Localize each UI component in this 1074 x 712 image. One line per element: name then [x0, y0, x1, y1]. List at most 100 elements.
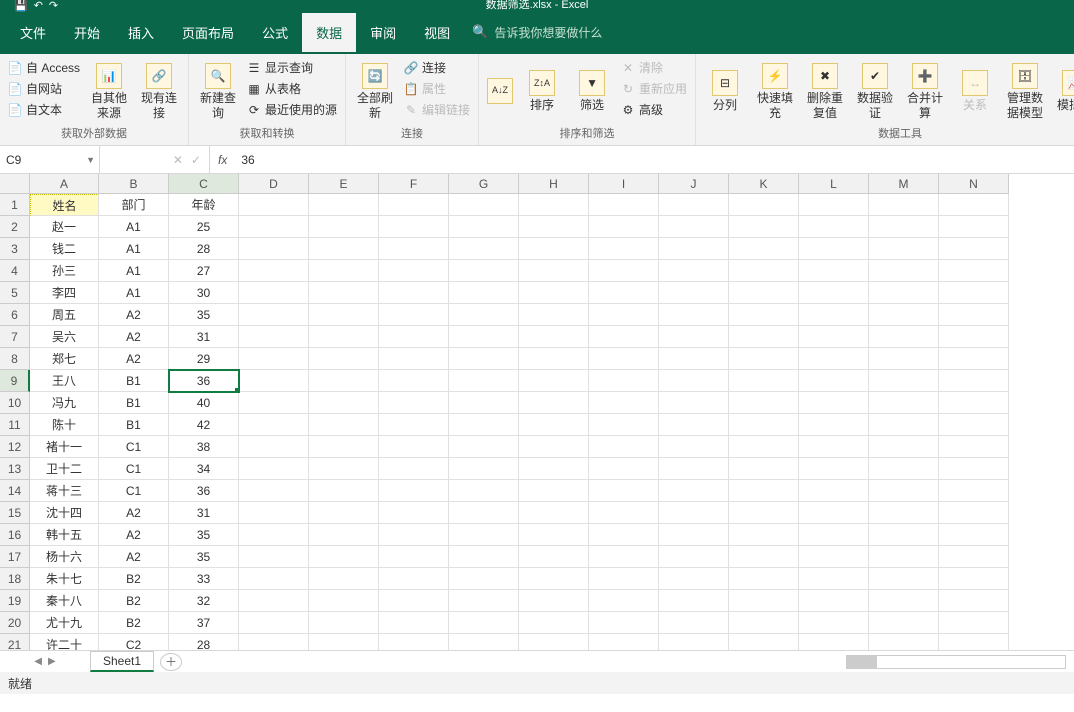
cell[interactable]: [379, 502, 449, 524]
save-icon[interactable]: 💾: [14, 0, 28, 12]
cell[interactable]: [449, 436, 519, 458]
cell[interactable]: [519, 480, 589, 502]
cell[interactable]: [869, 414, 939, 436]
cell[interactable]: [729, 568, 799, 590]
cell[interactable]: [729, 480, 799, 502]
cell[interactable]: [729, 370, 799, 392]
cell[interactable]: [939, 634, 1009, 650]
cell[interactable]: [449, 326, 519, 348]
cell[interactable]: [309, 194, 379, 216]
cell[interactable]: [379, 480, 449, 502]
cell[interactable]: 35: [169, 546, 239, 568]
show-query-button[interactable]: ☰显示查询: [245, 58, 339, 77]
cell[interactable]: [519, 370, 589, 392]
cell[interactable]: C1: [99, 436, 169, 458]
cell[interactable]: [309, 414, 379, 436]
tab-file[interactable]: 文件: [6, 13, 60, 52]
horizontal-scrollbar[interactable]: [846, 655, 1066, 669]
cell[interactable]: [239, 634, 309, 650]
cell[interactable]: [239, 260, 309, 282]
cell[interactable]: [379, 348, 449, 370]
cell[interactable]: [939, 216, 1009, 238]
cell[interactable]: [589, 414, 659, 436]
cell[interactable]: [589, 436, 659, 458]
cell[interactable]: [309, 238, 379, 260]
cell[interactable]: [309, 370, 379, 392]
cell[interactable]: [589, 194, 659, 216]
cell[interactable]: [449, 568, 519, 590]
tab-data[interactable]: 数据: [302, 13, 356, 52]
cell[interactable]: [449, 524, 519, 546]
cell[interactable]: [869, 260, 939, 282]
cell[interactable]: A1: [99, 260, 169, 282]
cell[interactable]: [309, 216, 379, 238]
flash-fill-button[interactable]: ⚡快速填充: [752, 58, 798, 125]
remove-dup-button[interactable]: ✖删除重复值: [802, 58, 848, 125]
cell[interactable]: [659, 458, 729, 480]
cell[interactable]: 31: [169, 502, 239, 524]
cell[interactable]: [729, 612, 799, 634]
undo-icon[interactable]: ↶: [34, 0, 43, 12]
cell[interactable]: [939, 436, 1009, 458]
tab-review[interactable]: 审阅: [356, 13, 410, 52]
cell[interactable]: [589, 238, 659, 260]
cell[interactable]: [309, 458, 379, 480]
cell[interactable]: [729, 194, 799, 216]
cell[interactable]: 30: [169, 282, 239, 304]
cell[interactable]: [589, 326, 659, 348]
sort-az-button[interactable]: A↓Z: [485, 58, 515, 125]
cell[interactable]: [869, 370, 939, 392]
cell[interactable]: [239, 392, 309, 414]
cell[interactable]: [449, 216, 519, 238]
cell[interactable]: [939, 480, 1009, 502]
cell[interactable]: [589, 260, 659, 282]
cell[interactable]: [939, 568, 1009, 590]
cell[interactable]: 李四: [30, 282, 99, 304]
cell[interactable]: [449, 348, 519, 370]
cell[interactable]: [449, 458, 519, 480]
advanced-filter-button[interactable]: ⚙高级: [619, 100, 689, 119]
cell[interactable]: [729, 590, 799, 612]
column-header[interactable]: G: [449, 174, 519, 194]
cell[interactable]: [379, 370, 449, 392]
cell[interactable]: [869, 634, 939, 650]
tab-layout[interactable]: 页面布局: [168, 13, 248, 52]
cell[interactable]: [939, 348, 1009, 370]
cell[interactable]: [379, 524, 449, 546]
cell[interactable]: 姓名: [30, 194, 99, 216]
cell[interactable]: [239, 370, 309, 392]
data-validation-button[interactable]: ✔数据验证: [852, 58, 898, 125]
cell[interactable]: [239, 612, 309, 634]
cell[interactable]: 42: [169, 414, 239, 436]
cell[interactable]: [939, 304, 1009, 326]
cell[interactable]: [519, 282, 589, 304]
cell[interactable]: [379, 260, 449, 282]
row-header[interactable]: 19: [0, 590, 30, 612]
cell[interactable]: [659, 612, 729, 634]
cell[interactable]: [449, 502, 519, 524]
cell[interactable]: [449, 238, 519, 260]
cell[interactable]: [379, 326, 449, 348]
cell[interactable]: [379, 546, 449, 568]
cell[interactable]: 卫十二: [30, 458, 99, 480]
cell[interactable]: [729, 392, 799, 414]
cell[interactable]: [869, 502, 939, 524]
cell[interactable]: B1: [99, 370, 169, 392]
cell[interactable]: [519, 590, 589, 612]
cell[interactable]: [799, 546, 869, 568]
cell[interactable]: 周五: [30, 304, 99, 326]
cell[interactable]: [589, 612, 659, 634]
cell[interactable]: C1: [99, 480, 169, 502]
cell[interactable]: 吴六: [30, 326, 99, 348]
cell[interactable]: [309, 502, 379, 524]
cell[interactable]: [519, 194, 589, 216]
cell[interactable]: C1: [99, 458, 169, 480]
cell[interactable]: [239, 524, 309, 546]
cell[interactable]: [519, 436, 589, 458]
cell[interactable]: [309, 304, 379, 326]
row-header[interactable]: 2: [0, 216, 30, 238]
cell[interactable]: [589, 392, 659, 414]
cell[interactable]: [449, 590, 519, 612]
cell[interactable]: [729, 524, 799, 546]
cell[interactable]: 36: [169, 370, 239, 392]
